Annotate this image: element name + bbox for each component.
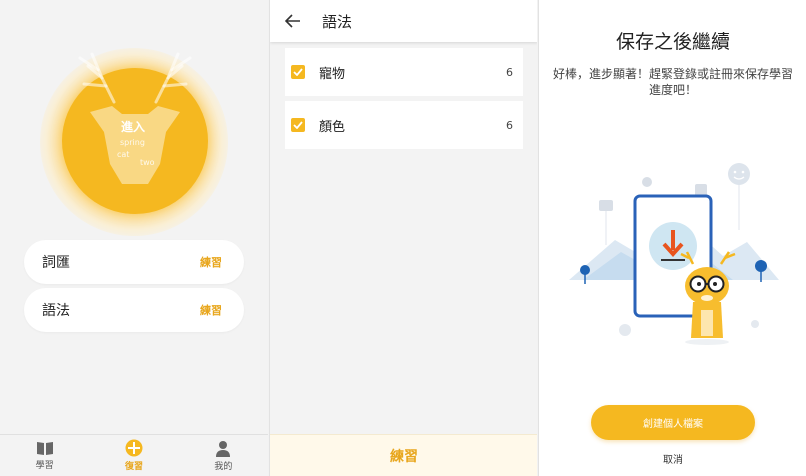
review-screen: 進入 spring cat two 詞匯 練習 語法 練習 學習 復習 我的 (0, 0, 268, 476)
practice-label: 練習 (390, 448, 418, 465)
cancel-button[interactable]: 取消 (539, 451, 806, 466)
review-icon (125, 439, 143, 457)
checkbox-checked[interactable] (291, 65, 305, 79)
list-item[interactable]: 寵物 6 (285, 48, 523, 96)
practice-button[interactable]: 練習 (270, 434, 537, 476)
checkbox-checked[interactable] (291, 118, 305, 132)
bottom-tab-bar: 學習 復習 我的 (0, 434, 268, 476)
medal-word: two (140, 158, 155, 167)
practice-link[interactable]: 練習 (200, 302, 222, 318)
create-profile-label: 創建個人檔案 (643, 419, 703, 430)
back-arrow-icon[interactable] (270, 0, 316, 42)
practice-link[interactable]: 練習 (200, 254, 222, 270)
card-title: 詞匯 (42, 255, 70, 271)
tab-label: 復習 (124, 462, 143, 472)
item-label: 顏色 (319, 119, 346, 135)
save-illustration-icon (569, 163, 779, 345)
check-icon (293, 121, 303, 129)
item-count: 6 (506, 65, 513, 79)
grammar-card[interactable]: 語法 練習 (24, 288, 244, 332)
grammar-screen: 語法 寵物 6 顏色 6 練習 (269, 0, 537, 476)
item-count: 6 (506, 118, 513, 132)
list-item[interactable]: 顏色 6 (285, 101, 523, 149)
tab-label: 學習 (35, 461, 54, 471)
tab-learn[interactable]: 學習 (0, 435, 89, 476)
page-subtitle: 好棒，進步顯著！趕緊登錄或註冊來保存學習進度吧！ (552, 67, 793, 97)
vocabulary-card[interactable]: 詞匯 練習 (24, 240, 244, 284)
card-title: 語法 (42, 303, 70, 319)
top-app-bar: 語法 (270, 0, 537, 42)
page-title: 語法 (322, 12, 353, 31)
medal-word: spring (120, 138, 145, 147)
create-profile-button[interactable]: 創建個人檔案 (591, 405, 755, 440)
item-label: 寵物 (319, 66, 346, 82)
tab-review[interactable]: 復習 (89, 435, 178, 476)
tab-label: 我的 (214, 461, 233, 472)
page-title: 保存之後繼續 (615, 31, 730, 53)
tab-profile[interactable]: 我的 (179, 435, 268, 476)
medal-word: 進入 (121, 120, 146, 134)
deer-emblem-icon (78, 52, 192, 184)
medal-word: cat (117, 150, 130, 159)
person-icon (216, 440, 231, 457)
book-icon (36, 442, 53, 455)
save-progress-screen: 保存之後繼續 好棒，進步顯著！趕緊登錄或註冊來保存學習進度吧！ 創建個人檔案 取… (538, 0, 806, 476)
check-icon (293, 68, 303, 76)
